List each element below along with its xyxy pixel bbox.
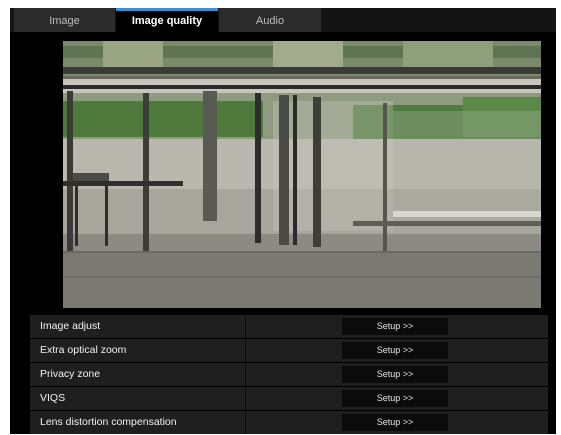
tab-bar: Image Image quality Audio — [10, 8, 556, 32]
tab-image[interactable]: Image — [14, 8, 115, 32]
setting-label: Image adjust — [30, 315, 246, 338]
lens-distortion-compensation-setup-button[interactable]: Setup >> — [342, 414, 448, 431]
setting-row-extra-optical-zoom: Extra optical zoom Setup >> — [30, 339, 548, 362]
setting-label: Extra optical zoom — [30, 339, 246, 362]
extra-optical-zoom-setup-button[interactable]: Setup >> — [342, 342, 448, 359]
settings-list: Image adjust Setup >> Extra optical zoom… — [30, 315, 548, 435]
setting-row-lens-distortion-compensation: Lens distortion compensation Setup >> — [30, 411, 548, 434]
settings-panel: Image Image quality Audio Image adjust S… — [10, 8, 556, 434]
setting-action-cell: Setup >> — [247, 411, 548, 434]
setting-action-cell: Setup >> — [247, 339, 548, 362]
setting-label: Lens distortion compensation — [30, 411, 246, 434]
tab-audio[interactable]: Audio — [219, 8, 321, 32]
camera-live-view — [63, 41, 541, 308]
setting-label: VIQS — [30, 387, 246, 410]
setting-action-cell: Setup >> — [247, 315, 548, 338]
privacy-zone-setup-button[interactable]: Setup >> — [342, 366, 448, 383]
camera-image — [63, 41, 541, 308]
viqs-setup-button[interactable]: Setup >> — [342, 390, 448, 407]
tab-image-quality[interactable]: Image quality — [116, 8, 218, 32]
setting-row-viqs: VIQS Setup >> — [30, 387, 548, 410]
setting-label: Privacy zone — [30, 363, 246, 386]
image-adjust-setup-button[interactable]: Setup >> — [342, 318, 448, 335]
setting-row-image-adjust: Image adjust Setup >> — [30, 315, 548, 338]
setting-row-privacy-zone: Privacy zone Setup >> — [30, 363, 548, 386]
setting-action-cell: Setup >> — [247, 363, 548, 386]
setting-action-cell: Setup >> — [247, 387, 548, 410]
